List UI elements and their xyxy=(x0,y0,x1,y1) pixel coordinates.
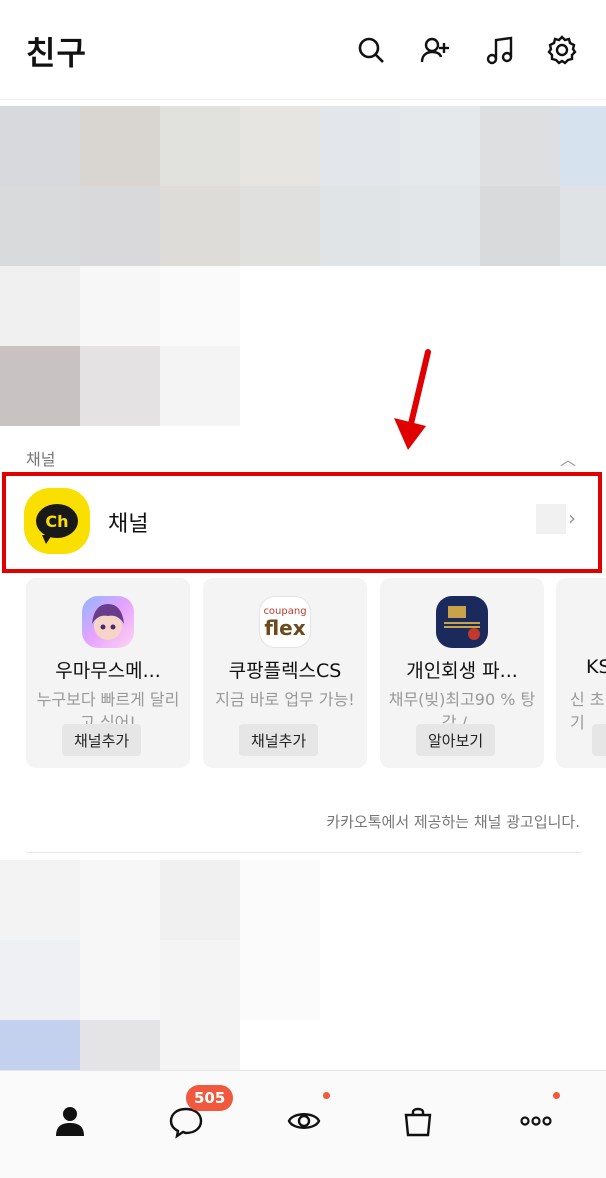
annotation-arrow-icon xyxy=(394,349,431,450)
ad-card-desc: 지금 바로 업무 가능! xyxy=(215,690,355,709)
music-icon[interactable] xyxy=(482,33,516,67)
add-channel-button[interactable]: 채널추가 xyxy=(62,724,142,756)
ad-card-title: 쿠팡플렉스CS xyxy=(228,660,342,682)
more-new-dot xyxy=(553,1092,560,1099)
shopping-tab-icon[interactable] xyxy=(388,1091,448,1151)
divider xyxy=(26,852,582,853)
blurred-friend-list-bottom xyxy=(0,860,606,1070)
ad-card[interactable]: KS 신 초기 xyxy=(556,578,606,768)
channel-ad-carousel[interactable]: 우마무스메... 누구보다 빠르게 달리고 싶어! 채널추가 coupang f… xyxy=(0,578,606,768)
ad-card-title: 우마무스메... xyxy=(55,660,161,682)
collapse-icon[interactable]: ︿ xyxy=(560,446,576,470)
add-channel-button[interactable] xyxy=(592,724,606,756)
ad-card[interactable]: 개인회생 파... 채무(빚)최고90 % 탕감 /... 알아보기 xyxy=(380,578,544,768)
ad-card-title: KS xyxy=(586,656,606,678)
blurred-friend-list xyxy=(0,106,606,426)
coupang-logo-small: coupang xyxy=(263,605,307,617)
ad-card-title: 개인회생 파... xyxy=(406,660,518,682)
channel-section-header: 채널 ︿ xyxy=(26,446,582,470)
highlight-box xyxy=(2,472,602,573)
add-channel-button[interactable]: 채널추가 xyxy=(239,724,319,756)
view-tab-icon[interactable] xyxy=(274,1091,334,1151)
ad-disclaimer: 카카오톡에서 제공하는 채널 광고입니다. xyxy=(326,813,580,831)
ad-card[interactable]: 우마무스메... 누구보다 빠르게 달리고 싶어! 채널추가 xyxy=(26,578,190,768)
learn-more-button[interactable]: 알아보기 xyxy=(416,724,496,756)
page-title: 친구 xyxy=(26,34,87,72)
settings-icon[interactable] xyxy=(545,33,579,67)
uma-musume-app-icon xyxy=(82,596,134,648)
ad-card[interactable]: coupang flex 쿠팡플렉스CS 지금 바로 업무 가능! 채널추가 xyxy=(203,578,367,768)
friends-tab-icon[interactable] xyxy=(40,1091,100,1151)
more-tab-icon[interactable] xyxy=(506,1091,566,1151)
search-icon[interactable] xyxy=(354,33,388,67)
add-friend-icon[interactable] xyxy=(418,33,452,67)
view-new-dot xyxy=(323,1092,330,1099)
bottom-tab-bar: 505 xyxy=(0,1070,606,1178)
unread-badge: 505 xyxy=(186,1085,234,1111)
channel-section-label: 채널 xyxy=(26,450,56,469)
flex-logo-big: flex xyxy=(264,615,306,640)
law-firm-app-icon xyxy=(436,596,488,648)
header: 친구 xyxy=(0,0,606,100)
coupang-flex-app-icon: coupang flex xyxy=(259,596,311,648)
